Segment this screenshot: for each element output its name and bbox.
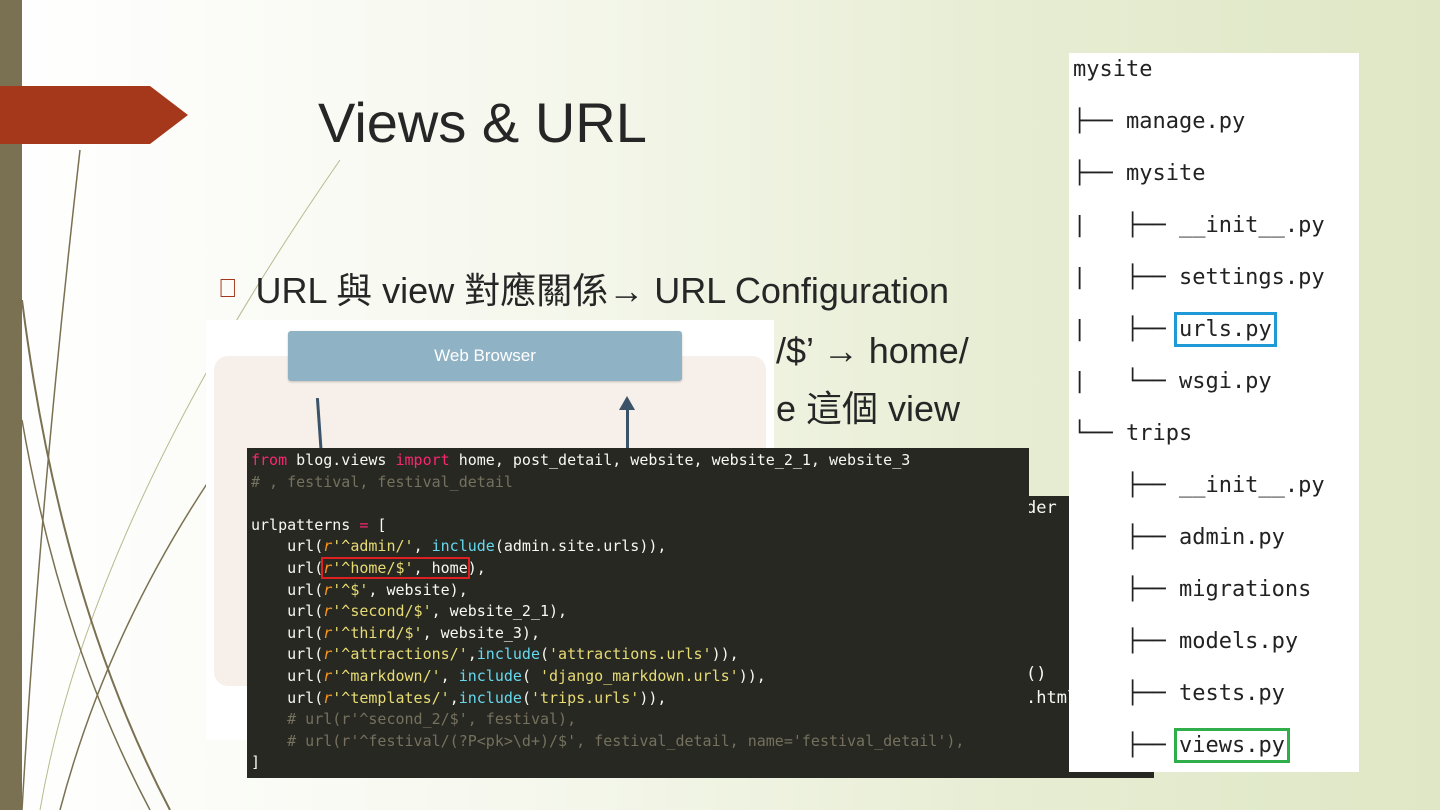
code-line: url(r'^$', website), (251, 580, 468, 599)
code-line: url(r'^home/$', home), (251, 556, 486, 579)
tree-row: ├── __init__.py (1073, 473, 1325, 498)
code-line: from blog.views import home, post_detail… (251, 451, 911, 469)
tree-row: ├── models.py (1073, 629, 1299, 654)
title-arrow-tab (0, 86, 188, 144)
tree-row-views: ├── views.py (1073, 728, 1290, 763)
tree-row: mysite (1073, 57, 1153, 82)
code-line: url(r'^admin/', include(admin.site.urls)… (251, 537, 667, 556)
tree-row: | ├── settings.py (1073, 265, 1325, 290)
code-line: ] (251, 753, 261, 772)
tree-row: ├── migrations (1073, 577, 1312, 602)
code-line: # url(r'^festival/(?P<pk>\d+)/$', festiv… (251, 731, 965, 750)
code-back-line: () (1026, 664, 1047, 684)
bullet-text: URL 與 view 對應關係→ URL Configuration (236, 270, 950, 311)
web-browser-box: Web Browser (288, 331, 682, 381)
sub-line-2: e 這個 view (776, 388, 961, 429)
home-url-highlight: r'^home/$', home (321, 556, 470, 579)
code-back-line: der (1026, 498, 1057, 518)
urls-file-highlight: urls.py (1173, 312, 1277, 347)
tree-row: | ├── __init__.py (1073, 213, 1325, 238)
tree-row: ├── tests.py (1073, 681, 1285, 706)
tree-row: ├── mysite (1073, 161, 1206, 186)
code-line: url(r'^templates/',include('trips.urls')… (251, 688, 667, 707)
views-file-highlight: views.py (1173, 728, 1290, 763)
tree-row-urls: | ├── urls.py (1073, 312, 1277, 347)
arrow-up-icon (619, 396, 635, 410)
bullet-icon:  (218, 273, 238, 304)
code-line: url(r'^second/$', website_2_1), (251, 602, 568, 621)
code-line: url(r'^attractions/',include('attraction… (251, 645, 739, 664)
code-line: url(r'^markdown/', include( 'django_mark… (251, 666, 766, 685)
file-tree-panel: mysite ├── manage.py ├── mysite | ├── __… (1069, 53, 1359, 772)
code-line: # , festival, festival_detail (251, 472, 513, 491)
urls-code-panel: from blog.views import home, post_detail… (247, 448, 1029, 778)
sub-line-1: /$’ → home/ (776, 330, 969, 371)
code-line: # url(r'^second_2/$', festival), (251, 710, 577, 729)
slide-title: Views & URL (318, 91, 647, 154)
tree-row: ├── manage.py (1073, 109, 1246, 134)
tree-row: └── trips (1073, 421, 1193, 446)
tree-row: ├── admin.py (1073, 525, 1285, 550)
code-line: url(r'^third/$', website_3), (251, 623, 540, 642)
bullet-item:  URL 與 view 對應關係→ URL Configuration (218, 262, 949, 314)
code-line: urlpatterns = [ (251, 515, 387, 534)
tree-row: | └── wsgi.py (1073, 369, 1272, 394)
